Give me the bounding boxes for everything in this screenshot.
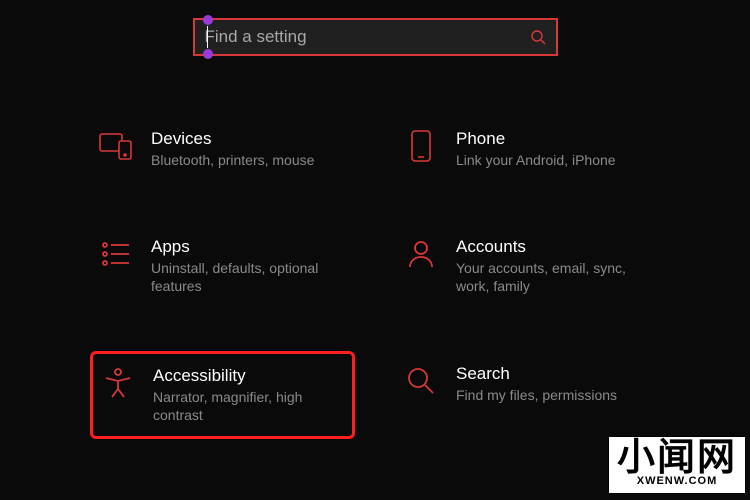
tile-devices[interactable]: Devices Bluetooth, printers, mouse xyxy=(90,116,355,182)
tile-title: Devices xyxy=(151,129,346,149)
tile-search[interactable]: Search Find my files, permissions xyxy=(395,351,660,439)
tile-text: Phone Link your Android, iPhone xyxy=(456,129,651,169)
apps-icon xyxy=(99,237,133,271)
tile-title: Accessibility xyxy=(153,366,344,386)
tile-subtitle: Link your Android, iPhone xyxy=(456,151,651,169)
search-bar-container xyxy=(0,0,750,56)
tile-subtitle: Uninstall, defaults, optional features xyxy=(151,259,346,295)
accessibility-icon xyxy=(101,366,135,400)
watermark: 小闻网 XWENW.COM xyxy=(608,436,746,494)
selection-handle-top xyxy=(203,15,213,25)
devices-icon xyxy=(99,129,133,163)
search-box[interactable] xyxy=(193,18,558,56)
tile-accounts[interactable]: Accounts Your accounts, email, sync, wor… xyxy=(395,224,660,308)
tile-title: Phone xyxy=(456,129,651,149)
tile-text: Devices Bluetooth, printers, mouse xyxy=(151,129,346,169)
tile-phone[interactable]: Phone Link your Android, iPhone xyxy=(395,116,660,182)
tile-subtitle: Find my files, permissions xyxy=(456,386,651,404)
tile-text: Accessibility Narrator, magnifier, high … xyxy=(153,366,344,424)
tile-text: Accounts Your accounts, email, sync, wor… xyxy=(456,237,651,295)
tile-accessibility[interactable]: Accessibility Narrator, magnifier, high … xyxy=(90,351,355,439)
tile-text: Search Find my files, permissions xyxy=(456,364,651,404)
settings-grid: Devices Bluetooth, printers, mouse Phone… xyxy=(0,56,750,439)
accounts-icon xyxy=(404,237,438,271)
tile-title: Apps xyxy=(151,237,346,257)
tile-text: Apps Uninstall, defaults, optional featu… xyxy=(151,237,346,295)
tile-subtitle: Bluetooth, printers, mouse xyxy=(151,151,346,169)
selection-handle-bottom xyxy=(203,49,213,59)
tile-subtitle: Your accounts, email, sync, work, family xyxy=(456,259,651,295)
tile-title: Search xyxy=(456,364,651,384)
phone-icon xyxy=(404,129,438,163)
watermark-main: 小闻网 xyxy=(617,439,737,477)
text-cursor xyxy=(207,26,208,48)
tile-title: Accounts xyxy=(456,237,651,257)
search-icon[interactable] xyxy=(530,29,546,45)
tile-apps[interactable]: Apps Uninstall, defaults, optional featu… xyxy=(90,224,355,308)
search-input[interactable] xyxy=(205,27,530,47)
search-tile-icon xyxy=(404,364,438,398)
tile-subtitle: Narrator, magnifier, high contrast xyxy=(153,388,344,424)
